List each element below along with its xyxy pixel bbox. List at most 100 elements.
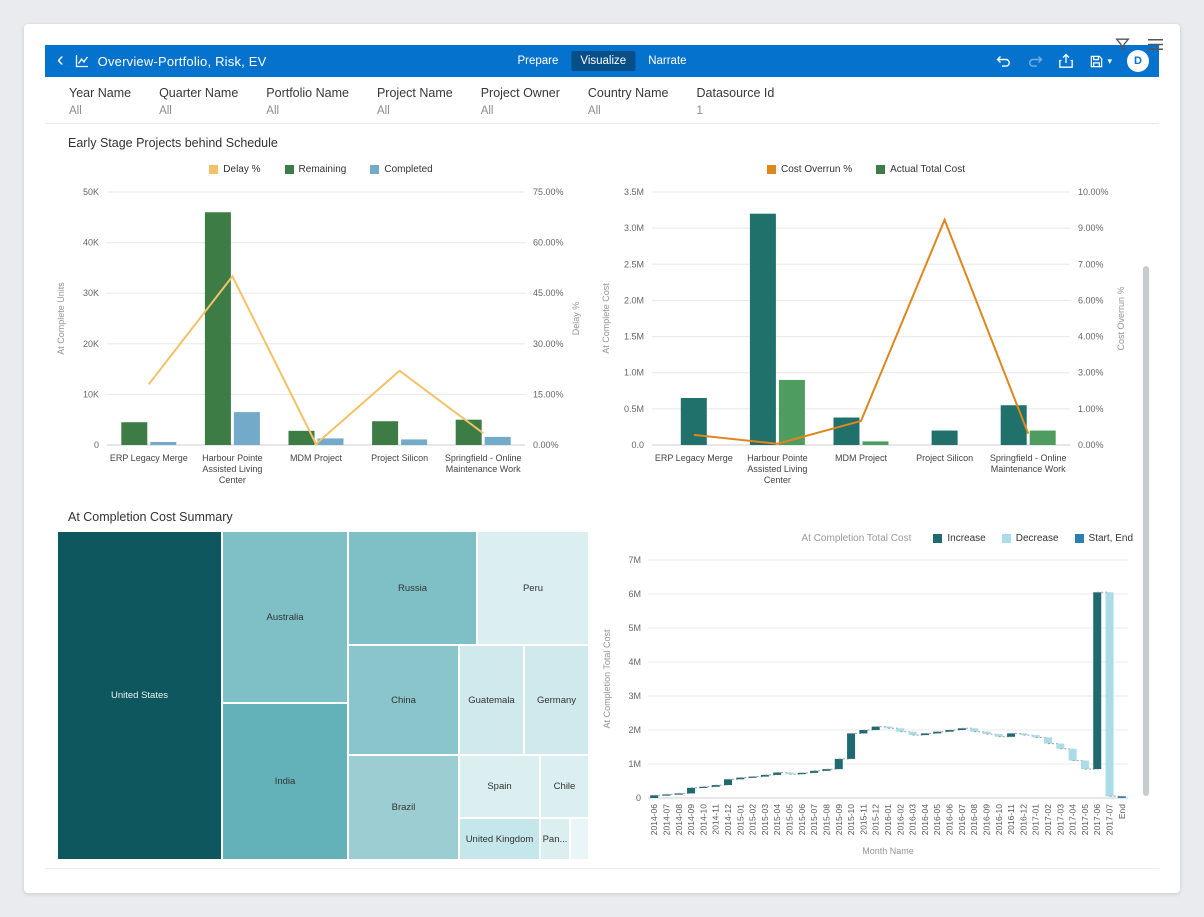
waterfall-bar[interactable] [1007,733,1015,736]
legend-label: Actual Total Cost [890,164,965,175]
month-label: 2015-03 [760,804,770,835]
y-tick-label: 7M [628,555,641,565]
cost-waterfall-chart[interactable]: At Completion Total CostIncreaseDecrease… [600,528,1137,873]
waterfall-bar[interactable] [835,759,843,769]
filter-portfolio-name[interactable]: Portfolio NameAll [266,86,349,123]
filter-quarter-name[interactable]: Quarter NameAll [159,86,238,123]
waterfall-bar[interactable] [872,727,880,730]
bar[interactable] [779,380,805,445]
chart-plot[interactable]: 010K20K30K40K50K0.00%15.00%30.00%45.00%6… [55,180,587,496]
bar[interactable] [1030,431,1056,445]
waterfall-bar[interactable] [1056,744,1064,749]
bar[interactable] [205,212,231,445]
legend-label: Decrease [1016,533,1059,544]
waterfall-bar[interactable] [687,788,695,794]
treemap-node[interactable] [570,818,589,860]
bar[interactable] [863,441,889,445]
treemap-node-united-kingdom[interactable]: United Kingdom [459,818,540,860]
menu-icon[interactable] [1147,36,1164,53]
waterfall-bar[interactable] [1081,761,1089,770]
waterfall-bar[interactable] [859,730,867,733]
waterfall-bar[interactable] [1118,796,1126,798]
waterfall-bar[interactable] [749,777,757,778]
waterfall-bar[interactable] [1093,592,1101,769]
legend-item[interactable]: Cost Overrun % [767,164,852,175]
filter-project-name[interactable]: Project NameAll [377,86,453,123]
legend-item[interactable]: Completed [370,164,432,175]
waterfall-bar[interactable] [736,778,744,780]
line-series[interactable] [149,276,483,444]
treemap-node-peru[interactable]: Peru [477,531,589,645]
waterfall-bar[interactable] [724,779,732,785]
waterfall-bar[interactable] [1044,737,1052,743]
legend-item[interactable]: Decrease [1002,533,1059,544]
bar[interactable] [932,431,958,445]
waterfall-bar[interactable] [786,773,794,775]
filter-icon[interactable] [1114,36,1131,53]
undo-icon[interactable] [996,54,1012,69]
avatar[interactable]: D [1127,50,1149,72]
waterfall-bar[interactable] [675,793,683,794]
back-button[interactable]: ‹ [57,50,64,70]
bar[interactable] [750,214,776,445]
tab-prepare[interactable]: Prepare [508,51,567,71]
bar[interactable] [485,437,511,445]
treemap-node-india[interactable]: India [222,703,348,860]
waterfall-bar[interactable] [810,771,818,773]
country-treemap[interactable]: United StatesAustraliaIndiaRussiaPeruChi… [57,531,589,860]
bar[interactable] [234,412,260,445]
bar[interactable] [150,442,176,445]
filter-datasource-id[interactable]: Datasource Id1 [697,86,775,123]
month-label: 2015-05 [785,804,795,835]
bar[interactable] [121,422,147,445]
treemap-node-chile[interactable]: Chile [540,755,589,818]
category-label: Harbour Pointe [747,453,808,463]
right-tick-label: 3.00% [1078,368,1104,378]
waterfall-bar[interactable] [1069,749,1077,761]
filter-country-name[interactable]: Country NameAll [588,86,669,123]
left-axis-title: At Complete Units [56,282,66,355]
treemap-node-pan-[interactable]: Pan... [540,818,570,860]
treemap-node-russia[interactable]: Russia [348,531,477,645]
chart-plot[interactable]: 01M2M3M4M5M6M7M2014-062014-072014-082014… [600,548,1137,868]
legend-item[interactable]: Start, End [1075,533,1133,544]
export-icon[interactable] [1058,53,1074,69]
legend-item[interactable]: Actual Total Cost [876,164,965,175]
tab-narrate[interactable]: Narrate [639,51,695,71]
line-series[interactable] [694,220,1028,444]
waterfall-bar[interactable] [970,728,978,731]
tab-visualize[interactable]: Visualize [571,51,635,71]
redo-icon[interactable] [1027,54,1043,69]
filter-year-name[interactable]: Year NameAll [69,86,131,123]
treemap-node-brazil[interactable]: Brazil [348,755,459,860]
legend-swatch [1002,534,1011,543]
y-tick-label: 5M [628,623,641,633]
bar[interactable] [681,398,707,445]
treemap-node-australia[interactable]: Australia [222,531,348,703]
filter-label: Portfolio Name [266,86,349,100]
treemap-node-germany[interactable]: Germany [524,645,589,755]
y-tick-label: 4M [628,657,641,667]
treemap-node-spain[interactable]: Spain [459,755,540,818]
legend-item[interactable]: Remaining [285,164,347,175]
waterfall-bar[interactable] [909,732,917,735]
bar[interactable] [401,439,427,445]
treemap-node-united-states[interactable]: United States [57,531,222,860]
waterfall-bar[interactable] [1106,592,1114,796]
delay-combo-chart[interactable]: Delay % Remaining Completed 010K20K30K40K50… [55,158,587,503]
vertical-scrollbar[interactable] [1143,266,1149,796]
bar[interactable] [1001,405,1027,445]
treemap-node-guatemala[interactable]: Guatemala [459,645,524,755]
legend-item[interactable]: Increase [933,533,985,544]
category-label: Project Silicon [371,453,428,463]
waterfall-bar[interactable] [847,733,855,759]
waterfall-bar[interactable] [896,728,904,731]
bar[interactable] [372,421,398,445]
filter-project-owner[interactable]: Project OwnerAll [481,86,560,123]
treemap-node-china[interactable]: China [348,645,459,755]
save-button[interactable]: ▾ [1089,54,1112,69]
legend-item[interactable]: Delay % [209,164,260,175]
filter-label: Year Name [69,86,131,100]
cost-combo-chart[interactable]: Cost Overrun % Actual Total Cost 0.00.5M1.… [600,158,1132,503]
chart-plot[interactable]: 0.00.5M1.0M1.5M2.0M2.5M3.0M3.5M0.00%1.00… [600,180,1132,496]
